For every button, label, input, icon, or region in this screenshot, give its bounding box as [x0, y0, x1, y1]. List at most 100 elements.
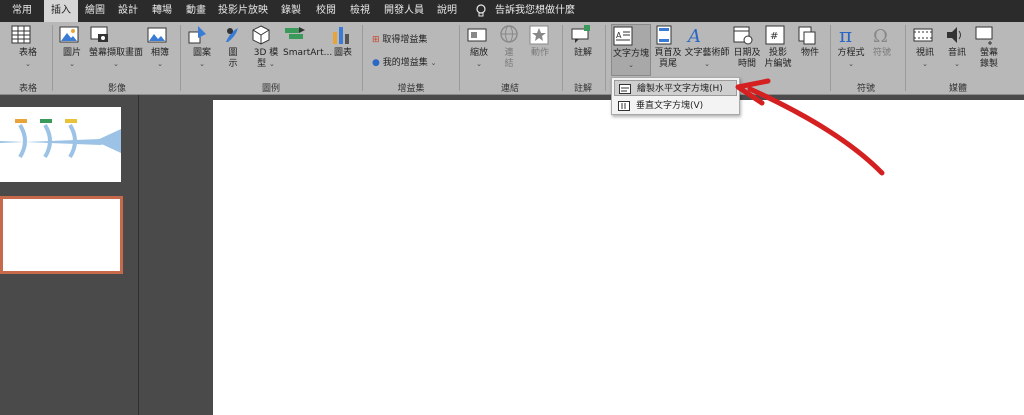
group-label-comments: 註解	[573, 84, 592, 94]
symbol-button[interactable]: Ω 符號	[870, 24, 894, 59]
pictures-button[interactable]: 圖片 ⌄	[58, 24, 86, 70]
tell-me-search[interactable]: 告訴我您想做什麼	[495, 0, 575, 22]
slide-thumbnail-2-selected[interactable]	[0, 196, 123, 274]
store-icon: ⊞	[372, 35, 380, 45]
textbox-button[interactable]: A 文字方塊 ⌄	[611, 24, 651, 76]
slide-number-label-1: 投影	[768, 48, 787, 58]
video-button[interactable]: 視訊 ⌄	[912, 24, 938, 70]
object-label: 物件	[800, 48, 819, 58]
shapes-button[interactable]: 圖案 ⌄	[186, 24, 218, 70]
my-addins-button[interactable]: ● 我的增益集 ⌄	[372, 57, 437, 69]
header-footer-label-1: 頁首及	[654, 48, 682, 58]
comment-button[interactable]: 註解	[570, 24, 596, 59]
object-button[interactable]: 物件	[796, 24, 824, 59]
tab-help[interactable]: 說明	[432, 0, 462, 22]
tab-developer[interactable]: 開發人員	[380, 0, 428, 22]
equation-label: 方程式	[837, 48, 865, 58]
icons-label-1: 圖	[228, 48, 238, 58]
chart-label: 圖表	[333, 48, 352, 58]
group-label-images: 影像	[107, 84, 126, 94]
smartart-icon	[283, 24, 327, 46]
album-icon	[146, 24, 174, 46]
action-button[interactable]: 動作	[528, 24, 552, 59]
screen-recording-label-2: 錄製	[979, 59, 998, 69]
svg-text:A: A	[616, 31, 622, 40]
date-time-label-1: 日期及	[733, 48, 761, 58]
textbox-icon: A	[612, 25, 650, 47]
vertical-textbox-label: 垂直文字方塊(V)	[636, 101, 704, 111]
menu-item-vertical-textbox[interactable]: 垂直文字方塊(V)	[614, 98, 737, 114]
screenshot-button[interactable]: 螢幕擷取畫面 ⌄	[88, 24, 144, 70]
screenshot-label: 螢幕擷取畫面	[88, 48, 143, 58]
link-button[interactable]: 連結	[498, 24, 520, 70]
date-time-button[interactable]: 日期及 時間	[732, 24, 762, 70]
divider	[52, 25, 53, 91]
comment-label: 註解	[573, 48, 592, 58]
slide-number-button[interactable]: # 投影 片編號	[764, 24, 792, 70]
picture-icon	[58, 24, 86, 46]
zoom-icon	[466, 24, 492, 46]
icons-label-2: 示	[228, 59, 238, 69]
tab-animations[interactable]: 動畫	[180, 0, 212, 22]
my-addins-label: 我的增益集	[382, 58, 428, 68]
table-button[interactable]: 表格 ⌄	[10, 24, 46, 70]
horizontal-textbox-label: 繪製水平文字方塊(H)	[637, 84, 723, 94]
tab-transitions[interactable]: 轉場	[146, 0, 178, 22]
pane-divider[interactable]	[138, 95, 139, 415]
icons-button[interactable]: 圖示	[222, 24, 244, 70]
get-addins-button[interactable]: ⊞ 取得增益集	[372, 34, 427, 46]
wordart-button[interactable]: A 文字藝術師 ⌄	[684, 24, 730, 70]
photo-album-button[interactable]: 相簿 ⌄	[146, 24, 174, 70]
omega-icon: Ω	[870, 24, 894, 46]
tab-review[interactable]: 校閱	[310, 0, 342, 22]
slide-thumbnail-1[interactable]	[0, 107, 121, 182]
tab-view[interactable]: 檢視	[344, 0, 376, 22]
3d-models-button[interactable]: 3D 模型 ⌄	[250, 24, 282, 70]
tab-home[interactable]: 常用	[0, 0, 44, 22]
horizontal-textbox-icon	[619, 84, 631, 94]
zoom-label: 縮放	[469, 48, 488, 58]
ribbon-tab-bar: 常用 插入 繪圖 設計 轉場 動畫 投影片放映 錄製 校閱 檢視 開發人員 說明…	[0, 0, 1024, 22]
symbol-label: 符號	[872, 48, 891, 58]
group-label-addins: 增益集	[397, 84, 425, 94]
pictures-label: 圖片	[62, 48, 81, 58]
chart-icon	[330, 24, 356, 46]
speaker-icon	[944, 24, 970, 46]
screen-recording-button[interactable]: 螢幕 錄製	[974, 24, 1004, 70]
tab-draw[interactable]: 繪圖	[80, 0, 110, 22]
divider	[459, 25, 460, 91]
zoom-button[interactable]: 縮放 ⌄	[466, 24, 492, 70]
divider	[605, 25, 606, 91]
action-label: 動作	[530, 48, 549, 58]
slide-canvas[interactable]	[213, 100, 1024, 415]
object-icon	[796, 24, 824, 46]
addins-icon: ●	[372, 58, 380, 68]
film-icon	[912, 24, 938, 46]
audio-button[interactable]: 音訊 ⌄	[944, 24, 970, 70]
red-annotation-arrow	[735, 78, 885, 176]
chart-button[interactable]: 圖表	[330, 24, 356, 59]
divider	[905, 25, 906, 91]
menu-item-horizontal-textbox[interactable]: 繪製水平文字方塊(H)	[614, 80, 737, 96]
header-footer-button[interactable]: 頁首及 頁尾	[653, 24, 683, 70]
vertical-textbox-icon	[618, 101, 630, 111]
wordart-icon: A	[684, 24, 730, 46]
textbox-label: 文字方塊	[612, 49, 649, 59]
tab-design[interactable]: 設計	[112, 0, 144, 22]
divider	[562, 25, 563, 91]
svg-text:Ω: Ω	[873, 26, 888, 46]
wordart-label: 文字藝術師	[684, 48, 730, 58]
star-icon	[528, 24, 552, 46]
tab-record[interactable]: 錄製	[276, 0, 306, 22]
link-icon	[498, 24, 520, 46]
slide-number-icon: #	[764, 24, 792, 46]
equation-button[interactable]: π 方程式 ⌄	[836, 24, 866, 70]
svg-text:π: π	[839, 24, 852, 46]
album-label: 相簿	[150, 48, 169, 58]
video-label: 視訊	[915, 48, 934, 58]
tab-slideshow[interactable]: 投影片放映	[214, 0, 272, 22]
table-icon	[10, 24, 46, 46]
tab-insert[interactable]: 插入	[44, 0, 78, 22]
smartart-button[interactable]: SmartArt...	[283, 24, 332, 59]
cube-icon	[250, 24, 282, 46]
